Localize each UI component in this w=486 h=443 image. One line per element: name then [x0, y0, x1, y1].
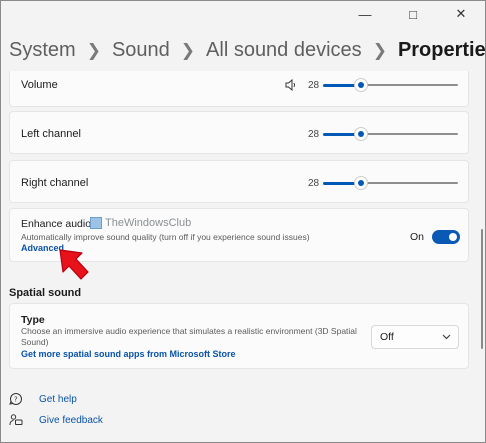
- chevron-right-icon: ❯: [372, 40, 387, 60]
- spatial-sound-card: Type Choose an immersive audio experienc…: [9, 303, 469, 369]
- spatial-description-line1: Choose an immersive audio experience tha…: [21, 326, 357, 336]
- give-feedback-label: Give feedback: [39, 414, 103, 426]
- maximize-icon[interactable]: □: [389, 1, 437, 27]
- volume-label: Volume: [21, 79, 58, 91]
- enhance-audio-toggle[interactable]: [432, 230, 460, 244]
- feedback-icon: [9, 414, 23, 426]
- volume-card: Volume 28: [9, 71, 469, 107]
- left-channel-label: Left channel: [21, 128, 81, 140]
- left-channel-card: Left channel 28: [9, 111, 469, 154]
- scrollbar-thumb[interactable]: [481, 229, 483, 349]
- window-controls: — □ ✕: [341, 1, 485, 27]
- settings-window: — □ ✕ System ❯ Sound ❯ All sound devices…: [0, 0, 486, 443]
- left-channel-value: 28: [308, 129, 320, 140]
- chevron-right-icon: ❯: [180, 40, 196, 60]
- right-channel-card: Right channel 28: [9, 160, 469, 203]
- spatial-store-link[interactable]: Get more spatial sound apps from Microso…: [21, 349, 236, 359]
- right-channel-slider[interactable]: [323, 177, 458, 189]
- breadcrumb-system[interactable]: System: [9, 39, 76, 62]
- spatial-description-line2: Sound): [21, 337, 49, 347]
- get-help-link[interactable]: ? Get help: [9, 392, 77, 406]
- minimize-icon[interactable]: —: [341, 1, 389, 27]
- chevron-down-icon: [442, 334, 451, 340]
- spatial-type-dropdown[interactable]: Off: [371, 325, 459, 349]
- left-channel-slider-thumb[interactable]: [355, 128, 367, 140]
- breadcrumb-sound[interactable]: Sound: [112, 39, 170, 62]
- left-channel-slider[interactable]: [323, 128, 458, 140]
- breadcrumb-all-sound-devices[interactable]: All sound devices: [206, 39, 362, 62]
- right-channel-value: 28: [308, 178, 320, 189]
- give-feedback-link[interactable]: Give feedback: [9, 413, 103, 427]
- right-channel-slider-thumb[interactable]: [355, 177, 367, 189]
- enhance-audio-toggle-state: On: [410, 231, 425, 243]
- right-channel-label: Right channel: [21, 177, 89, 189]
- volume-slider[interactable]: [323, 79, 458, 91]
- chevron-right-icon: ❯: [86, 40, 101, 60]
- spatial-type-selected: Off: [380, 331, 394, 343]
- speaker-icon[interactable]: [285, 79, 297, 91]
- breadcrumb: System ❯ Sound ❯ All sound devices ❯ Pro…: [9, 39, 486, 62]
- watermark-logo: [90, 217, 102, 229]
- enhance-audio-description: Automatically improve sound quality (tur…: [21, 232, 310, 242]
- volume-value: 28: [308, 80, 320, 91]
- spatial-type-label: Type: [21, 314, 45, 326]
- spatial-sound-heading: Spatial sound: [9, 287, 82, 299]
- watermark-text: TheWindowsClub: [105, 217, 192, 229]
- enhance-audio-title: Enhance audio: [21, 218, 92, 230]
- volume-slider-thumb[interactable]: [355, 79, 367, 91]
- svg-text:?: ?: [14, 396, 18, 404]
- red-arrow-annotation: [59, 249, 89, 280]
- page-title: Properties: [397, 39, 486, 61]
- close-icon[interactable]: ✕: [437, 1, 485, 27]
- get-help-label: Get help: [39, 393, 77, 405]
- help-icon: ?: [9, 393, 22, 405]
